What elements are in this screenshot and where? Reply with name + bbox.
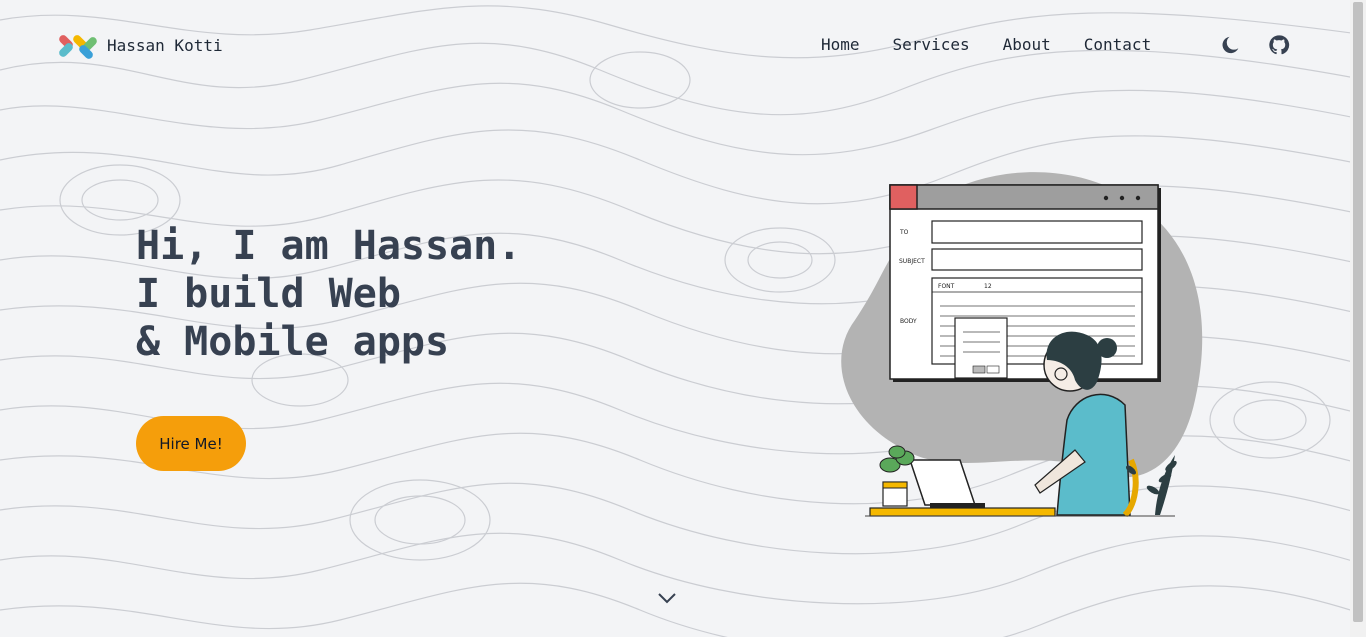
hero-heading: Hi, I am Hassan. I build Web & Mobile ap… xyxy=(136,222,521,366)
top-navigation: Hassan Kotti Home Services About Contact xyxy=(0,0,1350,90)
chevron-down-icon[interactable] xyxy=(656,588,678,608)
subject-label: SUBJECT xyxy=(899,258,925,265)
scrollbar-thumb[interactable] xyxy=(1353,2,1363,622)
nav-link-services[interactable]: Services xyxy=(893,35,970,54)
nav-link-contact[interactable]: Contact xyxy=(1084,35,1151,54)
nav-menu: Home Services About Contact xyxy=(821,35,1184,54)
hero-line-2: I build Web xyxy=(136,271,401,317)
code-logo-icon xyxy=(59,35,97,59)
nav-link-about[interactable]: About xyxy=(1003,35,1051,54)
hero-line-1: Hi, I am Hassan. xyxy=(136,223,522,269)
github-icon[interactable] xyxy=(1268,34,1290,56)
brand[interactable]: Hassan Kotti xyxy=(58,28,223,62)
size-label: 12 xyxy=(984,283,992,290)
hero-line-3: & Mobile apps xyxy=(136,319,450,365)
brand-name: Hassan Kotti xyxy=(107,35,223,55)
email-window: TO SUBJECT FONT 12 BODY xyxy=(889,184,1161,382)
developer-illustration: TO SUBJECT FONT 12 BODY xyxy=(841,172,1203,518)
moon-icon[interactable] xyxy=(1220,34,1242,56)
hire-me-button[interactable]: Hire Me! xyxy=(136,416,246,471)
font-label: FONT xyxy=(938,283,955,290)
scrollbar[interactable] xyxy=(1350,0,1366,637)
to-label: TO xyxy=(899,229,909,236)
body-label: BODY xyxy=(900,318,917,325)
plant-pot xyxy=(879,445,915,507)
nav-link-home[interactable]: Home xyxy=(821,35,860,54)
